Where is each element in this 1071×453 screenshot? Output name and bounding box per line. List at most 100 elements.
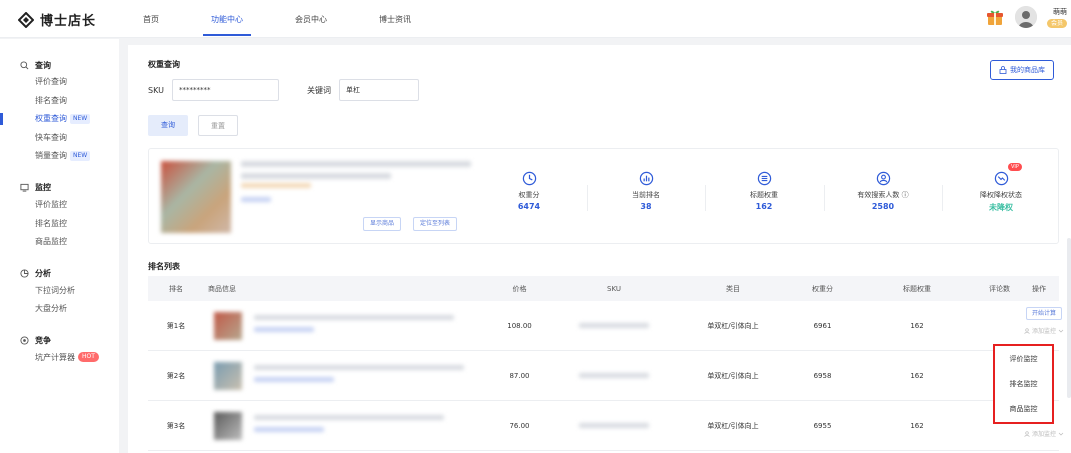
- sidebar-item-weight-query[interactable]: 权重查询 NEW: [0, 110, 119, 129]
- add-monitor-link[interactable]: 添加监控: [1024, 326, 1064, 335]
- sidebar-item-dropdown-analysis[interactable]: 下拉词分析: [0, 282, 119, 301]
- row-price: 108.00: [507, 321, 532, 330]
- row-rank: 第1名: [166, 321, 186, 330]
- sidebar-group-query: 查询 评价查询 排名查询 权重查询 NEW 快车查询 销量查询 NEW: [0, 57, 119, 166]
- list-icon: [757, 171, 771, 186]
- sidebar-item-review-monitor[interactable]: 评价监控: [0, 196, 119, 215]
- sidebar-head-analysis: 分析: [0, 266, 119, 282]
- user-info[interactable]: 萌萌 会员: [1046, 7, 1067, 28]
- top-bar: 博士店长 首页 功能中心 会员中心 博士资讯 萌萌 会员: [0, 0, 1071, 38]
- stat-current-rank: 当前排名 38: [587, 171, 705, 211]
- pie-chart-icon: [20, 269, 29, 278]
- stat-label: 有效搜索人数 ⓘ: [857, 191, 909, 199]
- sidebar-head-label: 监控: [35, 183, 51, 193]
- reset-button[interactable]: 重置: [198, 115, 238, 136]
- search-icon: [20, 60, 29, 69]
- stat-title-weight: 标题权重 162: [705, 171, 823, 211]
- sidebar-head-label: 查询: [35, 60, 51, 70]
- sidebar-head-monitor: 监控: [0, 180, 119, 196]
- stat-label: 标题权重: [750, 191, 778, 199]
- product-summary-card: 显示商品 定位至列表 权重分 6474 当前排名 38 标题权重 162 有效搜…: [148, 148, 1059, 244]
- row-link-blur: [254, 377, 334, 382]
- target-icon: [20, 336, 29, 345]
- row-thumbnail: [214, 311, 242, 340]
- user-name: 萌萌: [1053, 7, 1067, 16]
- main-panel: 权重查询 我的商品库 SKU 关键词 查询 重置 显示商品 定位至列表 权重分 …: [128, 45, 1071, 453]
- row-rank: 第2名: [166, 371, 186, 380]
- table-header: 排名 商品信息 价格 SKU 类目 权重分 标题权重 评论数 操作: [148, 276, 1059, 301]
- sidebar-item-label: 权重查询: [35, 114, 67, 124]
- lock-icon: [999, 66, 1007, 74]
- brand-logo[interactable]: 博士店长: [18, 10, 96, 29]
- nav-function-center[interactable]: 功能中心: [203, 0, 251, 38]
- sidebar-head-compete: 竞争: [0, 333, 119, 349]
- sidebar-group-compete: 竞争 坑产计算器 HOT: [0, 333, 119, 368]
- sidebar: 查询 评价查询 排名查询 权重查询 NEW 快车查询 销量查询 NEW 监控 评价监…: [0, 39, 119, 453]
- user-icon: [1024, 327, 1030, 334]
- row-price: 76.00: [509, 421, 530, 430]
- avatar[interactable]: [1014, 6, 1037, 28]
- row-price: 87.00: [509, 371, 530, 380]
- sidebar-group-monitor: 监控 评价监控 排名监控 商品监控: [0, 180, 119, 252]
- my-library-label: 我的商品库: [1010, 66, 1045, 74]
- row-weight: 6955: [813, 421, 832, 430]
- sidebar-item-rank-monitor[interactable]: 排名监控: [0, 215, 119, 234]
- scrollbar[interactable]: [1067, 238, 1071, 398]
- row-link-blur: [254, 327, 314, 332]
- row-title-blur: [254, 415, 444, 420]
- sidebar-item-review-query[interactable]: 评价查询: [0, 73, 119, 92]
- table-row: 第2名 87.00 单双杠/引体向上 6958 162: [148, 351, 1059, 401]
- menu-item-rank-monitor[interactable]: 排名监控: [1010, 379, 1038, 389]
- locate-list-button[interactable]: 定位至列表: [413, 217, 458, 231]
- row-product[interactable]: [204, 351, 486, 400]
- stat-demotion-status: 降权降权状态 未降权: [942, 171, 1060, 213]
- row-title-blur: [254, 315, 454, 320]
- sidebar-item-product-monitor[interactable]: 商品监控: [0, 233, 119, 252]
- sku-label: SKU: [148, 85, 164, 95]
- user-area: 萌萌 会员: [985, 6, 1067, 28]
- sidebar-item-market-analysis[interactable]: 大盘分析: [0, 300, 119, 319]
- keyword-input[interactable]: [338, 79, 419, 101]
- chevron-down-icon: [1058, 329, 1064, 332]
- query-form: SKU 关键词: [148, 79, 419, 101]
- nav-home[interactable]: 首页: [143, 0, 159, 38]
- row-title-weight: 162: [910, 421, 924, 430]
- nav-news[interactable]: 博士资讯: [379, 0, 411, 38]
- row-category: 单双杠/引体向上: [707, 421, 759, 430]
- col-title-weight: 标题权重: [903, 284, 931, 293]
- col-actions: 操作: [1032, 284, 1046, 293]
- sidebar-item-sales-query[interactable]: 销量查询 NEW: [0, 147, 119, 166]
- add-monitor-label: 添加监控: [1031, 328, 1056, 335]
- col-price: 价格: [512, 284, 527, 293]
- menu-item-review-monitor[interactable]: 评价监控: [1010, 354, 1038, 364]
- row-sku-blur: [579, 323, 649, 328]
- row-title-weight: 162: [910, 321, 924, 330]
- stat-value: 162: [755, 202, 773, 211]
- nav-member-center[interactable]: 会员中心: [295, 0, 327, 38]
- sku-input[interactable]: [171, 79, 279, 101]
- table-row: 第1名 108.00 单双杠/引体向上 6961 162 开始计算 添加监控: [148, 301, 1064, 351]
- sidebar-item-express-query[interactable]: 快车查询: [0, 129, 119, 148]
- menu-item-product-monitor[interactable]: 商品监控: [1010, 404, 1038, 414]
- row-action-stack: 开始计算 添加监控: [1019, 307, 1069, 335]
- add-monitor-link[interactable]: 添加监控: [1019, 429, 1069, 438]
- new-badge: NEW: [70, 150, 91, 161]
- stat-value: 38: [640, 202, 652, 211]
- clock-icon: [522, 171, 536, 186]
- user-icon: [1024, 430, 1030, 437]
- stat-value: 6474: [517, 202, 541, 211]
- sidebar-head-query: 查询: [0, 57, 119, 73]
- row-title-blur: [254, 365, 464, 370]
- row-product[interactable]: [204, 301, 486, 350]
- show-product-button[interactable]: 显示商品: [363, 217, 402, 231]
- sidebar-item-calculator[interactable]: 坑产计算器 HOT: [0, 349, 119, 368]
- sidebar-item-rank-query[interactable]: 排名查询: [0, 92, 119, 111]
- stat-value: 未降权: [989, 203, 1013, 212]
- start-calc-button[interactable]: 开始计算: [1025, 307, 1062, 320]
- member-tag: 会员: [1046, 18, 1067, 28]
- my-library-button[interactable]: 我的商品库: [990, 60, 1054, 80]
- gift-icon[interactable]: [985, 7, 1005, 27]
- main-nav: 首页 功能中心 会员中心 博士资讯: [143, 0, 463, 38]
- row-product[interactable]: [204, 401, 486, 450]
- query-button[interactable]: 查询: [148, 115, 188, 136]
